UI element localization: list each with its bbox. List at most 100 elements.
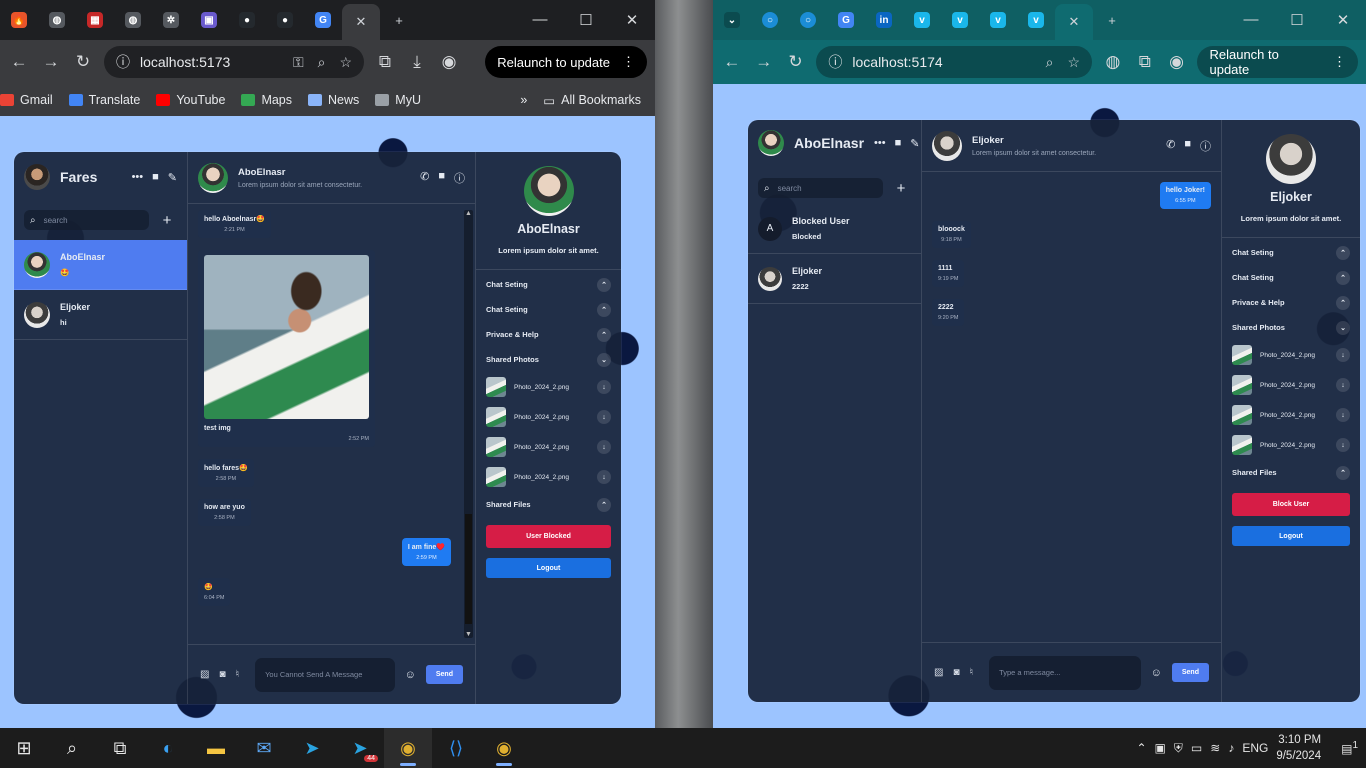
tab[interactable]: 🔥: [0, 5, 38, 35]
info-icon[interactable]: ⓘ: [116, 52, 130, 72]
mail-icon[interactable]: ✉: [240, 728, 288, 768]
message-input[interactable]: Type a message...: [989, 655, 1141, 690]
star-icon[interactable]: ☆: [1068, 54, 1081, 71]
bookmarks-overflow[interactable]: »: [520, 93, 527, 107]
tab[interactable]: ▦: [76, 5, 114, 35]
more-icon[interactable]: •••: [132, 171, 144, 184]
add-chat-button[interactable]: +: [157, 212, 177, 229]
edit-icon[interactable]: ✎: [910, 137, 919, 150]
mic-icon[interactable]: ♮: [970, 667, 974, 678]
meet-icon[interactable]: ▣: [1155, 741, 1166, 755]
battery-icon[interactable]: ▭: [1191, 741, 1202, 755]
tab[interactable]: v: [979, 5, 1017, 35]
bookmark-gmail[interactable]: Gmail: [0, 93, 53, 107]
option-chat-setting[interactable]: Chat Seting ⌃: [1222, 265, 1360, 290]
message-input[interactable]: You Cannot Send A Message: [255, 657, 395, 692]
tab[interactable]: G: [827, 5, 865, 35]
profile-icon[interactable]: ◉: [1166, 52, 1188, 72]
chevron-up-icon[interactable]: ⌃: [1336, 270, 1350, 285]
download-icon[interactable]: ↓: [1336, 378, 1350, 392]
relaunch-button[interactable]: Relaunch to update ⋮: [1197, 46, 1358, 78]
bookmark-maps[interactable]: Maps: [241, 93, 292, 107]
send-button[interactable]: Send: [425, 665, 463, 684]
block-user-button[interactable]: User Blocked: [486, 525, 611, 548]
bookmark-myu[interactable]: MyU: [375, 93, 421, 107]
telegram-icon[interactable]: ➤ 44: [336, 728, 384, 768]
forward-icon[interactable]: →: [753, 52, 775, 72]
camera-icon[interactable]: ◙: [219, 669, 225, 680]
tab[interactable]: ○: [789, 5, 827, 35]
logout-button[interactable]: Logout: [486, 558, 611, 578]
emoji-icon[interactable]: ☺: [1151, 667, 1162, 679]
scroll-up-icon[interactable]: ▲: [464, 210, 473, 217]
shield-icon[interactable]: ⛨: [1174, 741, 1183, 756]
option-shared-photos[interactable]: Shared Photos ⌄: [1222, 315, 1360, 340]
maximize-button[interactable]: ☐: [1274, 11, 1320, 29]
more-icon[interactable]: •••: [874, 137, 886, 150]
clock[interactable]: 3:10 PM 9/5/2024: [1276, 732, 1321, 764]
tab[interactable]: ✲: [152, 5, 190, 35]
download-icon[interactable]: ⤓: [406, 52, 428, 72]
active-tab[interactable]: ✕: [342, 4, 380, 40]
key-icon[interactable]: ⚿: [293, 54, 304, 71]
tab[interactable]: ●: [266, 5, 304, 35]
tab[interactable]: in: [865, 5, 903, 35]
send-button[interactable]: Send: [1171, 663, 1209, 682]
bookmark-news[interactable]: News: [308, 93, 359, 107]
maximize-button[interactable]: ☐: [563, 11, 609, 29]
speaker-icon[interactable]: ♪: [1228, 741, 1234, 755]
phone-icon[interactable]: ✆: [420, 170, 429, 186]
new-tab-button[interactable]: +: [1093, 5, 1131, 35]
option-chat-setting[interactable]: Chat Seting ⌃: [476, 297, 621, 322]
tab[interactable]: v: [1017, 5, 1055, 35]
option-chat-setting[interactable]: Chat Seting ⌃: [476, 272, 621, 297]
tab[interactable]: v: [903, 5, 941, 35]
tab[interactable]: ◍: [114, 5, 152, 35]
active-tab[interactable]: ✕: [1055, 4, 1093, 40]
chevron-up-icon[interactable]: ⌃: [597, 277, 611, 292]
url-field[interactable]: ⓘ localhost:5174 ⌕ ☆: [816, 46, 1093, 78]
chevron-up-icon[interactable]: ⌃: [597, 497, 611, 512]
reload-icon[interactable]: ↻: [785, 52, 807, 72]
menu-icon[interactable]: ⋮: [1333, 54, 1346, 70]
new-tab-button[interactable]: +: [380, 5, 418, 35]
task-view-icon[interactable]: ⧉: [96, 728, 144, 768]
scroll-thumb[interactable]: [465, 514, 472, 624]
info-icon[interactable]: ⓘ: [1200, 138, 1211, 154]
zoom-icon[interactable]: ⌕: [1046, 54, 1054, 71]
tab[interactable]: ●: [228, 5, 266, 35]
tab[interactable]: G: [304, 5, 342, 35]
message-image[interactable]: [204, 255, 369, 419]
option-shared-photos[interactable]: Shared Photos ⌄: [476, 347, 621, 372]
bookmark-translate[interactable]: Translate: [68, 93, 140, 107]
chevron-up-icon[interactable]: ⌃: [1336, 295, 1350, 310]
menu-icon[interactable]: ⋮: [622, 54, 635, 70]
list-item[interactable]: Eljoker hi: [14, 290, 187, 340]
scroll-down-icon[interactable]: ▼: [464, 631, 473, 638]
search-icon[interactable]: ⌕: [48, 728, 96, 768]
reload-icon[interactable]: ↻: [72, 52, 94, 72]
chevron-down-icon[interactable]: ⌄: [597, 352, 611, 367]
tab[interactable]: ○: [751, 5, 789, 35]
language-indicator[interactable]: ENG: [1242, 741, 1268, 755]
back-icon[interactable]: ←: [8, 52, 30, 72]
download-icon[interactable]: ↓: [597, 470, 611, 484]
image-icon[interactable]: ▨: [934, 667, 943, 678]
close-icon[interactable]: ✕: [1069, 14, 1080, 30]
option-privacy-help[interactable]: Privace & Help ⌃: [476, 322, 621, 347]
bookmark-youtube[interactable]: YouTube: [156, 93, 225, 107]
tab[interactable]: ▣: [190, 5, 228, 35]
wifi-icon[interactable]: ≋: [1210, 741, 1220, 755]
phone-icon[interactable]: ✆: [1166, 138, 1175, 154]
info-icon[interactable]: ⓘ: [828, 52, 842, 72]
close-window-button[interactable]: ✕: [609, 11, 655, 29]
option-chat-setting[interactable]: Chat Seting ⌃: [1222, 240, 1360, 265]
vscode-icon[interactable]: ⟨⟩: [432, 728, 480, 768]
video-icon[interactable]: ■: [895, 137, 902, 150]
add-chat-button[interactable]: +: [891, 180, 911, 197]
chevron-down-icon[interactable]: ⌄: [1336, 320, 1350, 335]
block-user-button[interactable]: Block User: [1232, 493, 1350, 516]
chevron-up-icon[interactable]: ⌃: [1336, 245, 1350, 260]
info-icon[interactable]: ⓘ: [454, 170, 465, 186]
download-icon[interactable]: ↓: [597, 410, 611, 424]
